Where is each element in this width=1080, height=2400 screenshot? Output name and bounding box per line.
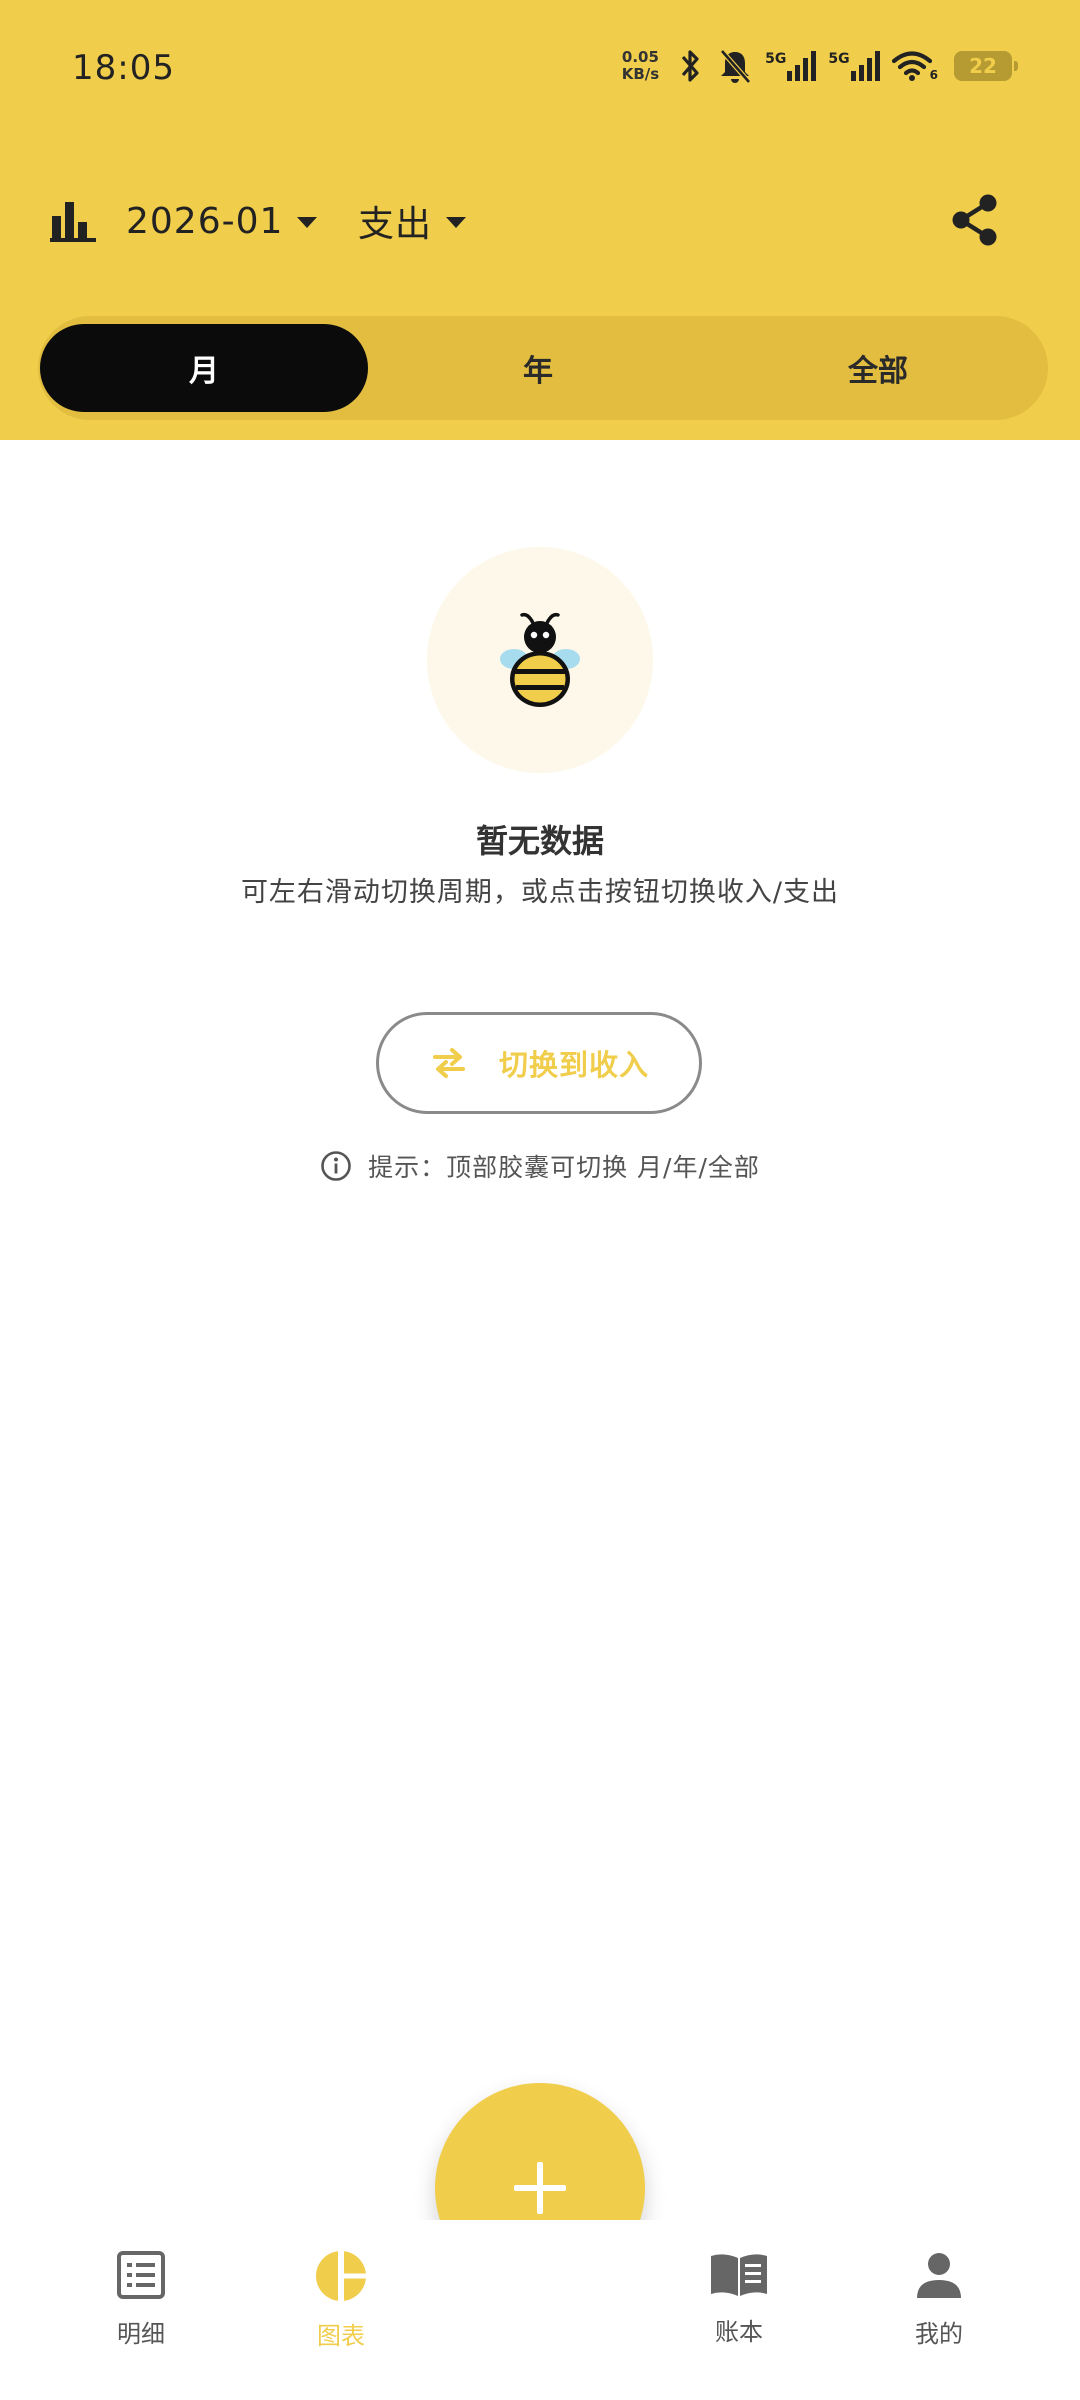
tab-year[interactable]: 年 — [368, 316, 708, 420]
empty-title: 暂无数据 — [475, 822, 604, 860]
nav-item-detail[interactable]: 明细 — [71, 2250, 211, 2349]
switch-button-label: 切换到收入 — [498, 1048, 649, 1082]
bluetooth-icon — [681, 50, 699, 82]
list-icon — [117, 2251, 165, 2299]
nav-label-mine: 我的 — [915, 2320, 963, 2348]
swap-arrows-icon — [432, 1048, 465, 1078]
sim2-label: 5G — [828, 51, 850, 67]
battery-indicator: 22 — [954, 51, 1018, 81]
hint-text: 提示：顶部胶囊可切换 月/年/全部 — [368, 1153, 760, 1182]
period-segmented-control: 月 年 全部 — [38, 316, 1048, 420]
tab-month[interactable]: 月 — [40, 324, 368, 412]
share-icon[interactable] — [948, 192, 1002, 248]
network-speed: 0.05 KB/s — [622, 49, 659, 83]
switch-to-income-button[interactable]: 切换到收入 — [376, 1012, 702, 1114]
nav-label-detail: 明细 — [117, 2320, 165, 2348]
wifi-label: 6 — [929, 68, 938, 82]
header: 18:05 0.05 KB/s 5G 5G 6 22 2026-01 支出 月 … — [0, 0, 1080, 440]
type-label: 支出 — [358, 204, 433, 245]
sim2-signal: 5G — [828, 49, 880, 83]
status-time: 18:05 — [72, 48, 175, 88]
month-label: 2026-01 — [126, 200, 284, 242]
network-speed-value: 0.05 — [621, 48, 659, 66]
status-bar: 18:05 0.05 KB/s 5G 5G 6 22 — [0, 0, 1080, 140]
empty-subtitle: 可左右滑动切换周期，或点击按钮切换收入/支出 — [240, 877, 840, 908]
network-speed-unit: KB/s — [621, 65, 660, 83]
tab-all[interactable]: 全部 — [708, 316, 1048, 420]
bee-icon — [500, 612, 580, 707]
empty-illustration — [427, 547, 653, 773]
nav-item-chart[interactable]: 图表 — [271, 2250, 411, 2351]
book-icon — [711, 2254, 767, 2296]
bottom-nav: 明细 图表 账本 我的 — [0, 2220, 1080, 2400]
wifi-icon — [891, 51, 932, 81]
nav-label-chart: 图表 — [317, 2322, 365, 2350]
signal-bars-icon — [850, 51, 880, 81]
status-icons: 0.05 KB/s 5G 5G 6 22 — [622, 44, 1018, 88]
bell-muted-icon — [720, 49, 752, 84]
battery-level: 22 — [969, 54, 997, 78]
person-icon — [917, 2253, 961, 2298]
plus-icon — [514, 2162, 566, 2214]
caret-down-icon — [446, 216, 467, 228]
toolbar: 2026-01 支出 — [0, 180, 1080, 260]
wifi-status: 6 — [891, 50, 938, 82]
sim1-label: 5G — [765, 51, 787, 67]
nav-item-books[interactable]: 账本 — [669, 2250, 809, 2347]
type-dropdown[interactable]: 支出 — [358, 194, 467, 248]
month-dropdown[interactable]: 2026-01 — [126, 194, 318, 248]
nav-label-books: 账本 — [715, 2318, 763, 2346]
caret-down-icon — [297, 216, 318, 228]
signal-bars-icon — [787, 51, 817, 81]
pie-chart-icon — [316, 2251, 367, 2301]
hint-row: 提示：顶部胶囊可切换 月/年/全部 — [0, 1148, 1080, 1184]
sim1-signal: 5G — [765, 49, 817, 83]
chart-page: 18:05 0.05 KB/s 5G 5G 6 22 2026-01 支出 月 … — [0, 0, 1080, 2400]
info-icon — [321, 1151, 351, 1181]
nav-item-mine[interactable]: 我的 — [869, 2250, 1009, 2349]
bar-chart-icon[interactable] — [50, 200, 96, 242]
